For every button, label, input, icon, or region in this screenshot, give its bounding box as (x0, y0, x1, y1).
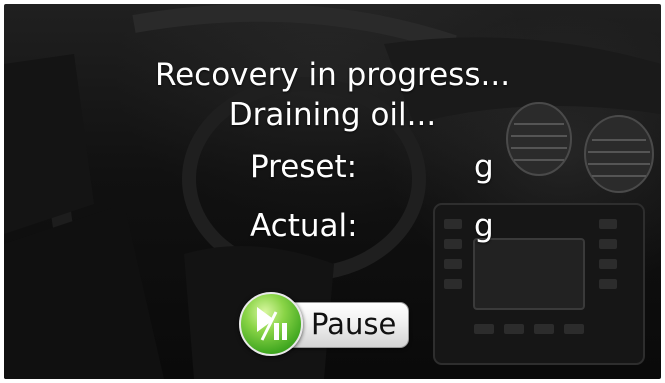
pause-button[interactable]: Pause (235, 290, 411, 356)
device-frame: Recovery in progress... Draining oil... … (0, 0, 665, 383)
preset-label: Preset: (250, 149, 358, 185)
recovery-title: Recovery in progress... (154, 57, 511, 93)
pause-button-label: Pause (311, 307, 397, 341)
status-message: Draining oil... (228, 97, 437, 133)
preset-unit: g (474, 149, 494, 185)
actual-unit: g (474, 208, 494, 244)
display-screen: Recovery in progress... Draining oil... … (4, 4, 661, 379)
actual-label: Actual: (250, 208, 358, 244)
play-pause-icon[interactable] (239, 292, 303, 356)
